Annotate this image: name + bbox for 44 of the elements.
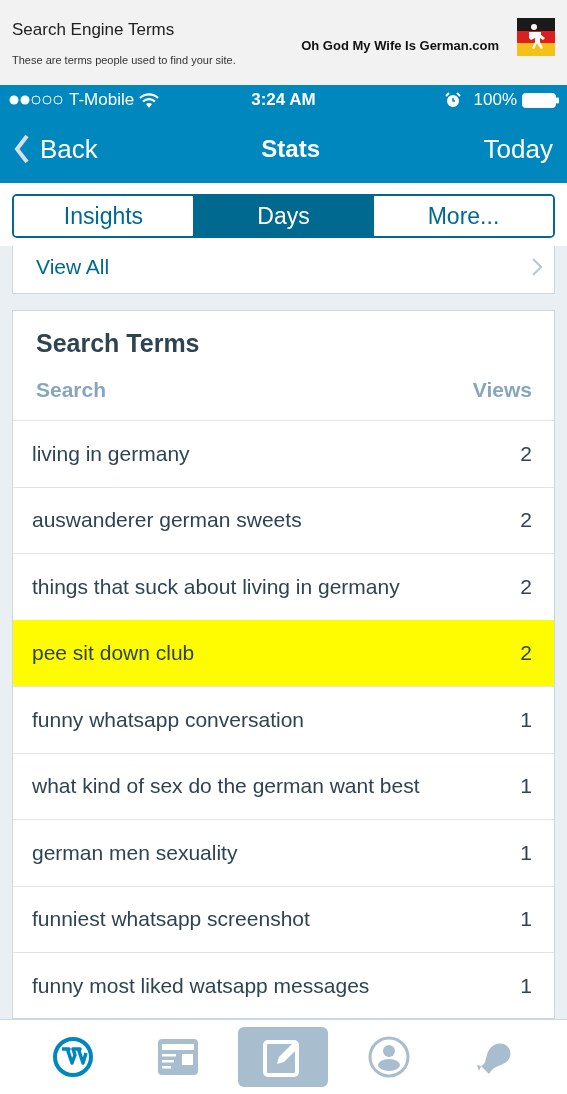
column-header: Search: [36, 378, 107, 402]
segment-tab[interactable]: More...: [373, 196, 553, 236]
carrier-name: T-Mobile: [69, 90, 135, 110]
logo-icon: [50, 1035, 95, 1079]
chevron-right-icon: [532, 257, 542, 276]
alarm-icon: [444, 92, 461, 108]
profile-icon: [367, 1036, 410, 1078]
view-count: 1: [520, 840, 532, 865]
chevron-left-icon: [14, 134, 30, 164]
column-header: Views: [472, 378, 532, 402]
search-term: funniest whatsapp screenshot: [32, 907, 311, 932]
flag-logo-icon: [517, 17, 555, 56]
search-term: things that suck about living in germany: [32, 574, 401, 599]
view-count: 2: [520, 441, 532, 466]
view-count: 1: [520, 774, 532, 799]
search-term: auswanderer german sweets: [32, 508, 303, 533]
page-title: Search Engine Terms: [12, 19, 176, 40]
view-all-link[interactable]: View All: [36, 254, 110, 279]
signal-icon: [8, 94, 64, 106]
segment-tab[interactable]: Days: [193, 196, 373, 236]
reader-icon: [158, 1039, 199, 1075]
view-count: 1: [520, 707, 532, 732]
search-term: funny whatsapp conversation: [32, 707, 305, 732]
search-term: german men sexuality: [32, 840, 239, 865]
search-term: living in germany: [32, 441, 191, 466]
site-name: Oh God My Wife Is German.com: [301, 38, 499, 53]
view-count: 2: [520, 641, 532, 666]
search-term: funny most liked watsapp messages: [32, 973, 371, 998]
search-term: pee sit down club: [32, 641, 196, 666]
period-button[interactable]: Today: [483, 133, 553, 165]
back-button[interactable]: Back: [14, 133, 98, 165]
battery-icon: [522, 92, 559, 108]
clock-time: 3:24 AM: [251, 90, 316, 110]
tab-bar-button[interactable]: [238, 1027, 329, 1087]
page-subtitle: These are terms people used to find your site.: [12, 53, 237, 66]
wifi-icon: [139, 92, 160, 108]
battery-level: 100%: [473, 90, 517, 110]
view-count: 2: [520, 574, 532, 599]
card-title: Search Terms: [35, 328, 201, 358]
view-count: 1: [520, 907, 532, 932]
view-count: 2: [520, 508, 532, 533]
view-count: 1: [520, 973, 532, 998]
screen-title: Stats: [260, 135, 322, 163]
search-term: what kind of sex do the german want best: [32, 774, 421, 799]
